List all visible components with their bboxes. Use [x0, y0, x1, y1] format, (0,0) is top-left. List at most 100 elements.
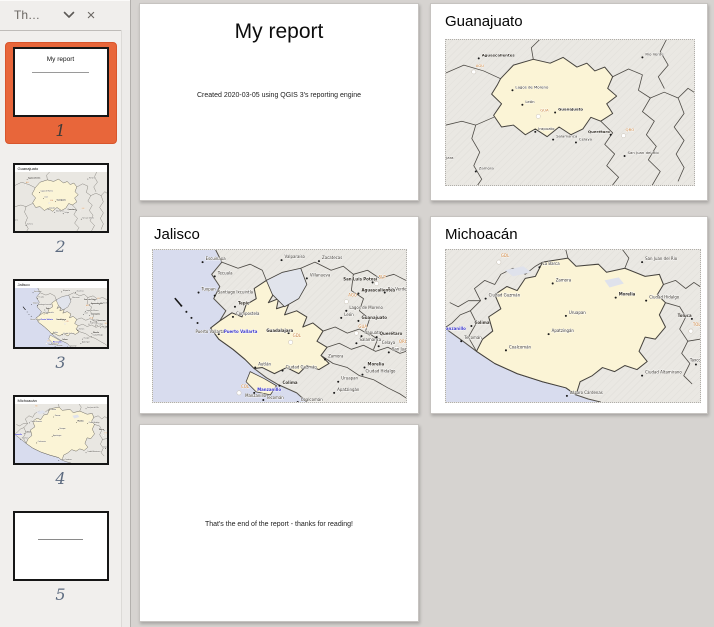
svg-text:Ciudad Guzmán: Ciudad Guzmán	[489, 293, 521, 298]
chevron-down-icon	[63, 11, 75, 19]
thumbnail-item-page-3[interactable]: Jalisco EscuinapaTecualaValparaísoZacate…	[5, 274, 117, 376]
page-4-michoacan[interactable]: Michoacán GDLLa BarcaZamoraCiudad Guzmán…	[430, 216, 708, 414]
svg-text:Toluca: Toluca	[678, 313, 692, 318]
svg-text:Taxco: Taxco	[103, 446, 107, 448]
svg-text:Coalcomán: Coalcomán	[509, 344, 532, 349]
svg-text:Colima: Colima	[62, 339, 67, 341]
svg-text:Colima: Colima	[283, 380, 298, 385]
sidebar-scrollbar[interactable]	[121, 30, 130, 627]
thumbnail-page-number: 2	[55, 237, 65, 256]
svg-text:Lagos de Moreno: Lagos de Moreno	[515, 84, 549, 89]
thumbnail-map-jalisco: EscuinapaTecualaValparaísoZacatecasVilla…	[15, 288, 107, 347]
svg-text:Autlán: Autlán	[258, 362, 271, 367]
svg-text:Morelia: Morelia	[619, 292, 636, 297]
svg-text:Zamora: Zamora	[328, 353, 344, 358]
svg-text:Villanueva: Villanueva	[72, 297, 79, 299]
page-title-guanajuato: Guanajuato	[445, 13, 707, 30]
thumbnail-page-number: 4	[55, 469, 65, 488]
svg-text:Uruapan: Uruapan	[83, 336, 89, 339]
thumbnail-page-number: 3	[55, 353, 65, 372]
thumbnail-item-page-1[interactable]: My report 1	[5, 42, 117, 144]
thumbnail-page-1-preview: My report	[13, 47, 109, 117]
svg-text:Salamanca: Salamanca	[556, 134, 577, 139]
thumbnail-map-title: Michoacán	[15, 397, 107, 404]
svg-text:Ciudad Hidalgo: Ciudad Hidalgo	[92, 335, 103, 337]
svg-text:Apatzingán: Apatzingán	[337, 387, 360, 392]
svg-text:Zacatecas: Zacatecas	[322, 255, 342, 260]
svg-text:COL: COL	[241, 384, 250, 389]
svg-text:Ciudad Guzmán: Ciudad Guzmán	[286, 365, 318, 370]
svg-text:Escuinapa: Escuinapa	[206, 256, 227, 261]
svg-text:San Juan del Río: San Juan del Río	[645, 256, 678, 261]
svg-text:Ciudad Hidalgo: Ciudad Hidalgo	[649, 295, 680, 300]
svg-text:Villanueva: Villanueva	[310, 272, 331, 277]
svg-text:Tuxpan: Tuxpan	[201, 287, 217, 292]
thumbnail-page-number: 5	[55, 585, 65, 604]
svg-text:Celaya: Celaya	[64, 212, 69, 214]
svg-text:Celaya: Celaya	[98, 324, 103, 326]
thumbnail-title-text: My report	[15, 56, 107, 63]
svg-text:TOL: TOL	[692, 322, 700, 327]
sidebar-title: Th…	[14, 8, 40, 22]
svg-text:Manzanillo: Manzanillo	[446, 326, 466, 331]
svg-text:Tepic: Tepic	[45, 308, 49, 310]
thumbnail-page-number: 1	[55, 121, 65, 140]
map-guanajuato: AguascalientesAGURío VerdeLagos de Moren…	[445, 39, 695, 186]
svg-text:GDL: GDL	[501, 253, 510, 258]
close-icon: ×	[87, 8, 96, 23]
svg-text:Tecuala: Tecuala	[38, 296, 43, 298]
svg-text:Guanajuato: Guanajuato	[90, 313, 99, 316]
svg-text:Colima: Colima	[25, 432, 30, 434]
report-subtitle: Created 2020-03-05 using QGIS 3's report…	[140, 92, 418, 99]
svg-text:Guanajuato: Guanajuato	[558, 107, 583, 112]
thumbnail-page-5-preview	[13, 511, 109, 581]
svg-text:Tecomán: Tecomán	[265, 395, 284, 400]
svg-text:Uruapan: Uruapan	[569, 310, 586, 315]
svg-text:Lázaro Cárdenas: Lázaro Cárdenas	[570, 390, 603, 395]
svg-text:QRO: QRO	[626, 127, 635, 132]
thumbnail-item-page-2[interactable]: Guanajuato AguascalientesAGURío VerdeLag…	[5, 158, 117, 260]
svg-text:Aguascalientes: Aguascalientes	[28, 177, 40, 180]
svg-text:Celaya: Celaya	[579, 137, 592, 142]
svg-text:Santiago Ixcuintla: Santiago Ixcuintla	[38, 303, 51, 306]
svg-text:Apatzingán: Apatzingán	[81, 341, 89, 344]
thumbnail-map-michoacan: GDLLa BarcaZamoraCiudad GuzmánMoreliaCiu…	[15, 404, 107, 463]
svg-text:QRO: QRO	[399, 339, 406, 344]
svg-text:Zamora: Zamora	[78, 328, 84, 331]
svg-text:Tecomán: Tecomán	[21, 437, 27, 440]
svg-text:AGU: AGU	[86, 304, 89, 307]
thumbnail-list: My report 1 Guanajuato AguascalientesAGU…	[0, 30, 121, 627]
svg-text:San Juan del Río: San Juan del Río	[628, 150, 660, 155]
svg-text:Aguascalientes: Aguascalientes	[482, 52, 516, 57]
svg-text:León: León	[84, 312, 87, 315]
svg-text:Guadalajara: Guadalajara	[446, 155, 454, 160]
sidebar-close-button[interactable]: ×	[80, 4, 102, 26]
svg-text:Compostela: Compostela	[236, 311, 260, 316]
page-2-guanajuato[interactable]: Guanajuato AguascalientesAGURío VerdeLag…	[430, 3, 708, 201]
thumbnail-item-page-5[interactable]: 5	[5, 506, 117, 608]
thumbnail-text-line	[38, 539, 82, 540]
svg-text:Manzanillo: Manzanillo	[257, 387, 281, 392]
svg-text:Guadalajara: Guadalajara	[266, 328, 293, 333]
thumbnail-item-page-4[interactable]: Michoacán GDLLa BarcaZamoraCiudad Guzmán…	[5, 390, 117, 492]
report-title: My report	[140, 20, 418, 44]
svg-text:GUA: GUA	[540, 108, 549, 113]
svg-text:GUA: GUA	[89, 316, 92, 319]
svg-text:Zacatecas: Zacatecas	[76, 289, 84, 292]
sidebar-collapse-button[interactable]	[58, 4, 80, 26]
svg-text:Morelia: Morelia	[368, 362, 385, 367]
end-of-report-text: That's the end of the report - thanks fo…	[140, 521, 418, 528]
svg-text:GDL: GDL	[34, 406, 37, 408]
svg-text:San Luis Potosí: San Luis Potosí	[343, 276, 378, 281]
page-1-title-page[interactable]: My report Created 2020-03-05 using QGIS …	[139, 3, 419, 201]
svg-text:Aguascalientes: Aguascalientes	[361, 288, 395, 293]
svg-text:Querétaro: Querétaro	[588, 129, 610, 134]
svg-text:Guanajuato: Guanajuato	[361, 315, 387, 320]
page-5-end-page[interactable]: That's the end of the report - thanks fo…	[139, 424, 419, 622]
svg-text:QRO: QRO	[81, 208, 85, 210]
svg-text:Tecomán: Tecomán	[463, 335, 482, 340]
svg-text:San Juan del Río: San Juan del Río	[392, 346, 406, 351]
svg-text:GDL: GDL	[293, 333, 302, 338]
svg-text:Río Verde: Río Verde	[645, 52, 664, 57]
page-3-jalisco[interactable]: Jalisco EscuinapaTecualaValparaísoZacate…	[139, 216, 419, 414]
